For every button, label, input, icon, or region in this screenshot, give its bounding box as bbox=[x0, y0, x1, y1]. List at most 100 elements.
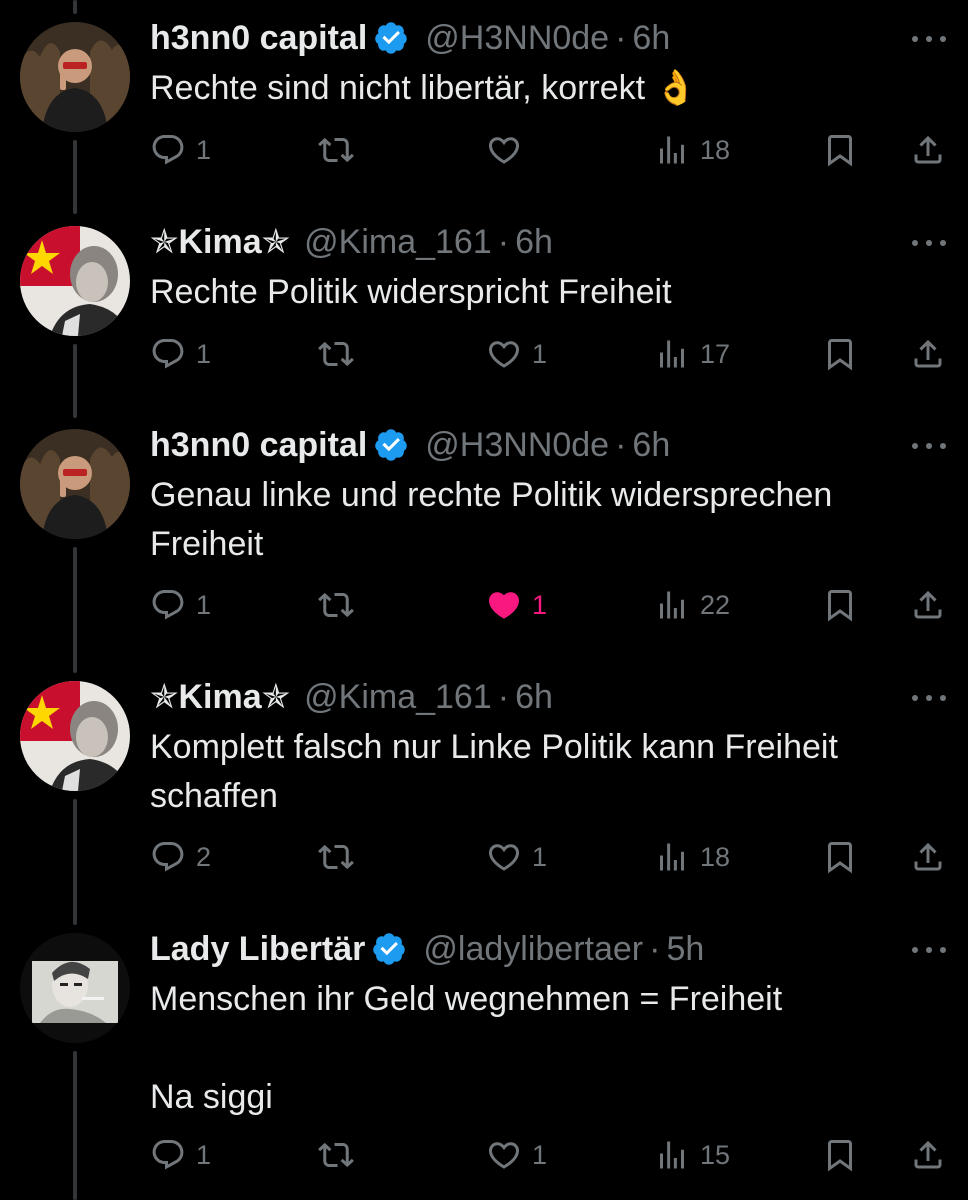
share-button[interactable] bbox=[910, 128, 946, 172]
author-name[interactable]: Lady Libertär bbox=[150, 923, 365, 975]
reply-count: 1 bbox=[196, 338, 212, 369]
views-count: 18 bbox=[700, 841, 731, 872]
avatar[interactable] bbox=[20, 933, 130, 1043]
heart-icon bbox=[488, 341, 520, 368]
retweet-icon bbox=[318, 1142, 354, 1168]
more-icon[interactable] bbox=[912, 939, 946, 961]
author-handle[interactable]: @H3NN0de bbox=[425, 419, 609, 471]
avatar-image-kima bbox=[20, 226, 130, 336]
bookmark-button[interactable] bbox=[822, 128, 858, 172]
more-icon[interactable] bbox=[912, 28, 946, 50]
avatar[interactable] bbox=[20, 429, 130, 539]
retweet-button[interactable] bbox=[318, 128, 364, 172]
bookmark-icon bbox=[828, 339, 852, 371]
reply-button[interactable]: 1 bbox=[150, 128, 211, 172]
author-name[interactable]: h3nn0 capital bbox=[150, 419, 367, 471]
author-name[interactable]: ✯Kima✯ bbox=[150, 671, 290, 723]
views-button[interactable]: 15 bbox=[654, 1133, 730, 1177]
retweet-icon bbox=[318, 341, 354, 367]
tweet-actions: 1 1 17 bbox=[0, 332, 968, 376]
like-button[interactable]: 1 bbox=[486, 1133, 547, 1177]
author-name[interactable]: ✯Kima✯ bbox=[150, 216, 290, 268]
tweet-time[interactable]: 6h bbox=[632, 419, 670, 471]
author-name[interactable]: h3nn0 capital bbox=[150, 12, 367, 64]
tweet-time[interactable]: 6h bbox=[515, 216, 553, 268]
bookmark-button[interactable] bbox=[822, 1133, 858, 1177]
separator-dot: · bbox=[615, 426, 627, 464]
bookmark-button[interactable] bbox=[822, 332, 858, 376]
views-icon bbox=[660, 136, 684, 164]
retweet-button[interactable] bbox=[318, 583, 364, 627]
tweet-header: ✯Kima✯ @Kima_161 · 6h bbox=[150, 671, 553, 723]
like-button[interactable]: 1 bbox=[486, 835, 547, 879]
tweet-header: Lady Libertär @ladylibertaer · 5h bbox=[150, 923, 704, 975]
conversation-thread: h3nn0 capital @H3NN0de · 6h Rechte sind … bbox=[0, 0, 968, 1200]
author-handle[interactable]: @Kima_161 bbox=[304, 671, 492, 723]
views-count: 15 bbox=[700, 1139, 731, 1170]
author-handle[interactable]: @H3NN0de bbox=[425, 12, 609, 64]
tweet[interactable]: Lady Libertär @ladylibertaer · 5h Mensch… bbox=[0, 925, 968, 1200]
reply-button[interactable]: 2 bbox=[150, 835, 211, 879]
share-button[interactable] bbox=[910, 1133, 946, 1177]
tweet-header: ✯Kima✯ @Kima_161 · 6h bbox=[150, 216, 553, 268]
reply-icon bbox=[152, 590, 184, 620]
views-button[interactable]: 22 bbox=[654, 583, 730, 627]
tweet-time[interactable]: 5h bbox=[666, 923, 704, 975]
retweet-icon bbox=[318, 844, 354, 870]
retweet-icon bbox=[318, 592, 354, 618]
views-button[interactable]: 18 bbox=[654, 835, 730, 879]
reply-icon bbox=[152, 842, 184, 872]
bookmark-button[interactable] bbox=[822, 835, 858, 879]
tweet[interactable]: ✯Kima✯ @Kima_161 · 6h Komplett falsch nu… bbox=[0, 673, 968, 925]
thread-line bbox=[73, 1051, 77, 1200]
reply-button[interactable]: 1 bbox=[150, 1133, 211, 1177]
reply-icon bbox=[152, 135, 184, 165]
like-count: 1 bbox=[532, 338, 548, 369]
tweet-header: h3nn0 capital @H3NN0de · 6h bbox=[150, 12, 670, 64]
like-button[interactable] bbox=[486, 128, 532, 172]
tweet[interactable]: h3nn0 capital @H3NN0de · 6h Rechte sind … bbox=[0, 0, 968, 214]
heart-icon bbox=[488, 137, 520, 164]
reply-count: 2 bbox=[196, 841, 212, 872]
avatar[interactable] bbox=[20, 226, 130, 336]
share-button[interactable] bbox=[910, 835, 946, 879]
tweet-time[interactable]: 6h bbox=[632, 12, 670, 64]
views-icon bbox=[660, 591, 684, 619]
verified-badge-icon bbox=[373, 427, 409, 463]
reply-button[interactable]: 1 bbox=[150, 332, 211, 376]
retweet-button[interactable] bbox=[318, 332, 364, 376]
views-icon bbox=[660, 1141, 684, 1169]
more-icon[interactable] bbox=[912, 687, 946, 709]
tweet[interactable]: h3nn0 capital @H3NN0de · 6h Genau linke … bbox=[0, 421, 968, 673]
tweet-time[interactable]: 6h bbox=[515, 671, 553, 723]
separator-dot: · bbox=[497, 223, 510, 261]
views-button[interactable]: 17 bbox=[654, 332, 730, 376]
heart-icon bbox=[488, 1142, 520, 1169]
author-handle[interactable]: @ladylibertaer bbox=[423, 923, 643, 975]
retweet-button[interactable] bbox=[318, 835, 364, 879]
share-button[interactable] bbox=[910, 332, 946, 376]
tweet-text: Rechte sind nicht libertär, korrekt 👌 bbox=[150, 69, 697, 107]
tweet-actions: 1 1 22 bbox=[0, 583, 968, 627]
like-count: 1 bbox=[532, 1139, 548, 1170]
bookmark-button[interactable] bbox=[822, 583, 858, 627]
reply-button[interactable]: 1 bbox=[150, 583, 211, 627]
views-count: 18 bbox=[700, 134, 731, 165]
tweet-header: h3nn0 capital @H3NN0de · 6h bbox=[150, 419, 670, 471]
tweet[interactable]: ✯Kima✯ @Kima_161 · 6h Rechte Politik wid… bbox=[0, 218, 968, 418]
views-button[interactable]: 18 bbox=[654, 128, 730, 172]
author-handle[interactable]: @Kima_161 bbox=[304, 216, 492, 268]
like-button[interactable]: 1 bbox=[486, 583, 547, 627]
retweet-button[interactable] bbox=[318, 1133, 364, 1177]
avatar[interactable] bbox=[20, 22, 130, 132]
bookmark-icon bbox=[828, 1140, 852, 1172]
like-count: 1 bbox=[532, 841, 548, 872]
avatar-image-henno bbox=[20, 22, 130, 132]
more-icon[interactable] bbox=[912, 232, 946, 254]
avatar-image-henno bbox=[20, 429, 130, 539]
avatar[interactable] bbox=[20, 681, 130, 791]
share-button[interactable] bbox=[910, 583, 946, 627]
tweet-text: Genau linke und rechte Politik widerspre… bbox=[150, 476, 833, 563]
like-button[interactable]: 1 bbox=[486, 332, 547, 376]
more-icon[interactable] bbox=[912, 435, 946, 457]
